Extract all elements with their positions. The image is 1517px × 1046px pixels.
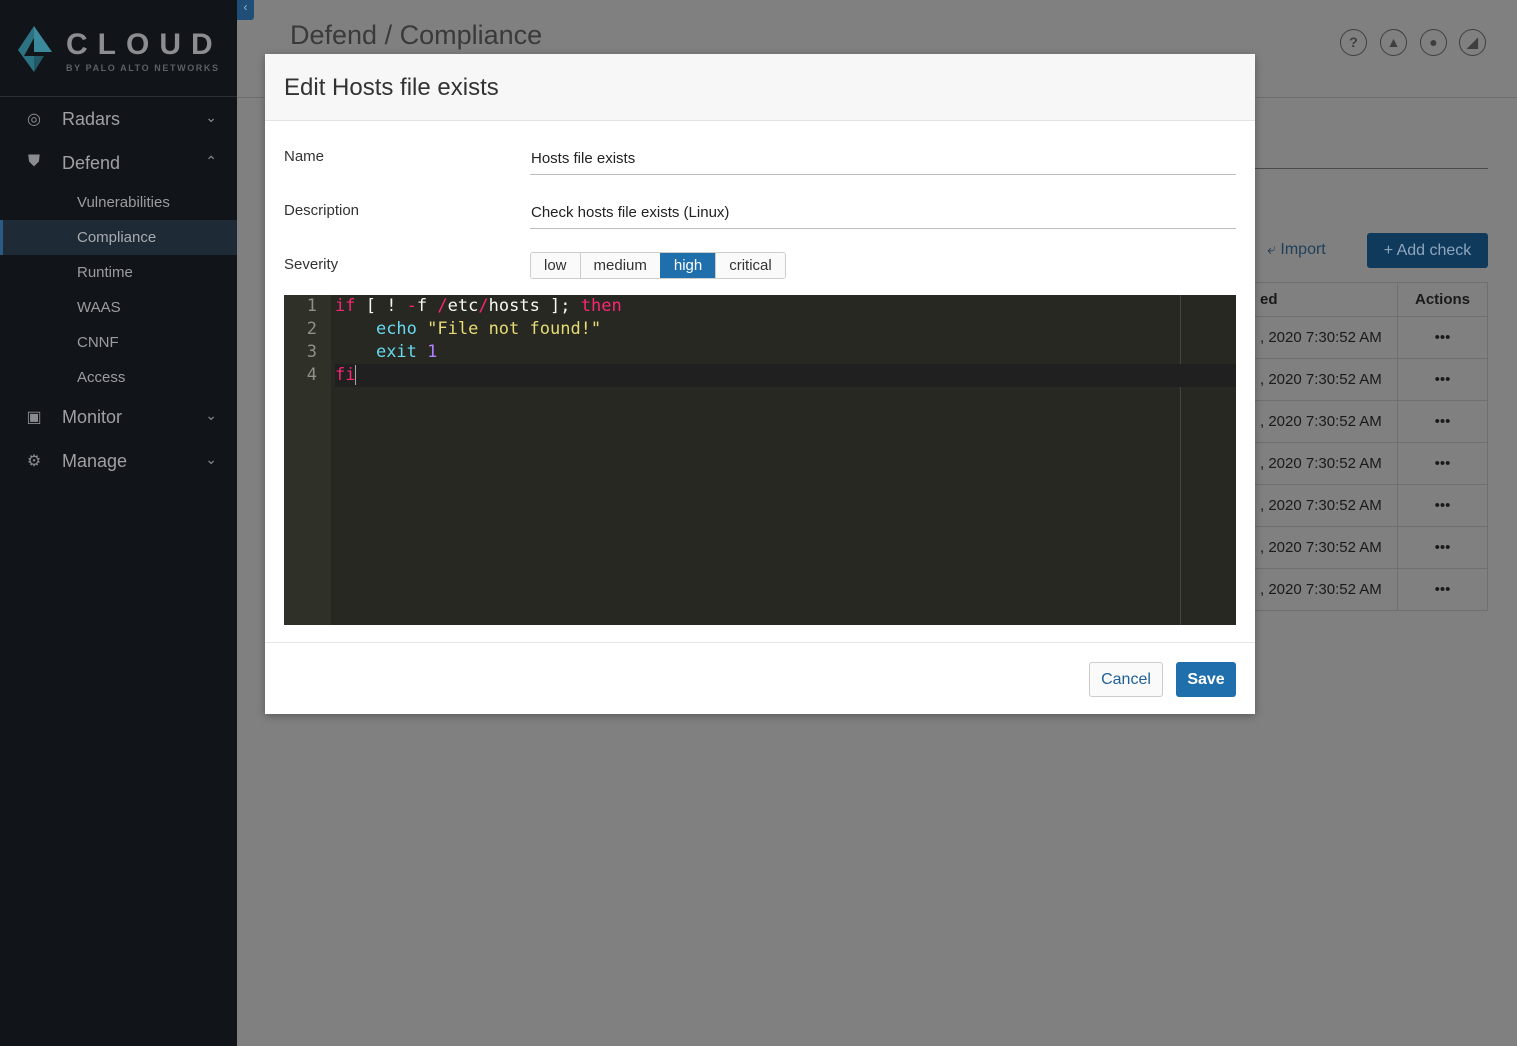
chevron-down-icon: ⌄ — [205, 109, 217, 125]
modified-cell: , 2020 7:30:52 AM — [1260, 455, 1382, 472]
table-row: , 2020 7:30:52 AM ••• — [1254, 317, 1488, 359]
import-button[interactable]: ⤶ Import — [1267, 241, 1326, 259]
actions-menu-button[interactable]: ••• — [1397, 317, 1487, 358]
code-line: fi — [335, 364, 1236, 387]
radar-icon: ◎ — [27, 111, 41, 128]
logo-word: CLOUD — [66, 28, 223, 61]
code-line: echo "File not found!" — [375, 319, 602, 339]
page-title: Defend / Compliance — [290, 20, 543, 50]
logo[interactable]: CLOUD BY PALO ALTO NETWORKS — [0, 0, 237, 97]
checks-table: ed Actions , 2020 7:30:52 AM •••, 2020 7:3… — [1254, 282, 1488, 611]
add-check-button[interactable]: + Add check — [1367, 233, 1488, 268]
description-label: Description — [284, 202, 360, 219]
table-row: , 2020 7:30:52 AM ••• — [1254, 569, 1488, 611]
signal-icon[interactable]: ◢ — [1459, 29, 1486, 56]
column-header-actions: Actions — [1397, 283, 1487, 316]
actions-menu-button[interactable]: ••• — [1397, 485, 1487, 526]
bell-icon[interactable]: ▲ — [1380, 29, 1407, 56]
table-header: ed Actions — [1254, 282, 1488, 317]
severity-critical[interactable]: critical — [715, 253, 785, 278]
cancel-button[interactable]: Cancel — [1089, 662, 1163, 697]
actions-menu-button[interactable]: ••• — [1397, 527, 1487, 568]
save-button[interactable]: Save — [1176, 662, 1236, 697]
table-row: , 2020 7:30:52 AM ••• — [1254, 401, 1488, 443]
severity-label: Severity — [284, 256, 339, 273]
chevron-down-icon: ⌄ — [205, 451, 217, 467]
sidebar-item-label: Monitor — [62, 406, 123, 427]
dialog-footer: Cancel Save — [265, 642, 1255, 714]
table-row: , 2020 7:30:52 AM ••• — [1254, 527, 1488, 569]
sidebar-item-label: Defend — [62, 152, 121, 173]
sidebar-item-label: Manage — [62, 450, 128, 471]
modified-cell: , 2020 7:30:52 AM — [1260, 371, 1382, 388]
edit-check-dialog: Edit Hosts file exists Name Hosts file e… — [265, 54, 1255, 714]
severity-selector: low medium high critical — [530, 252, 786, 279]
import-icon: ⤶ — [1267, 241, 1281, 258]
sidebar-subitem-access[interactable]: Access — [0, 360, 237, 395]
table-row: , 2020 7:30:52 AM ••• — [1254, 485, 1488, 527]
sidebar-item-manage[interactable]: ⚙ Manage ⌄ — [0, 439, 237, 483]
actions-menu-button[interactable]: ••• — [1397, 359, 1487, 400]
user-icon[interactable]: ● — [1420, 29, 1447, 56]
table-row: , 2020 7:30:52 AM ••• — [1254, 443, 1488, 485]
name-label: Name — [284, 148, 325, 165]
code-line: exit 1 — [375, 342, 438, 362]
name-field[interactable]: Hosts file exists — [530, 139, 1236, 175]
shield-icon: ⛊ — [27, 153, 40, 170]
sidebar-subitem-runtime[interactable]: Runtime — [0, 255, 237, 290]
gear-icon: ⚙ — [26, 453, 42, 470]
sidebar-subitem-waas[interactable]: WAAS — [0, 290, 237, 325]
severity-low[interactable]: low — [531, 253, 580, 278]
line-numbers: 1234 — [284, 295, 331, 625]
actions-menu-button[interactable]: ••• — [1397, 401, 1487, 442]
sidebar-subitem-cnnf[interactable]: CNNF — [0, 325, 237, 360]
help-icon[interactable]: ? — [1340, 29, 1367, 56]
sidebar-subitem-compliance[interactable]: Compliance — [0, 220, 237, 255]
sidebar-item-label: Radars — [62, 108, 121, 129]
actions-menu-button[interactable]: ••• — [1397, 443, 1487, 484]
code-editor[interactable]: 1234 if [ ! -f /etc/hosts ]; then echo "… — [284, 295, 1236, 625]
chevron-down-icon: ⌄ — [205, 407, 217, 423]
dialog-title: Edit Hosts file exists — [265, 54, 1255, 121]
modified-cell: , 2020 7:30:52 AM — [1260, 413, 1382, 430]
monitor-icon: ▣ — [26, 409, 42, 426]
table-row: , 2020 7:30:52 AM ••• — [1254, 359, 1488, 401]
logo-icon — [18, 26, 52, 72]
severity-high[interactable]: high — [659, 253, 716, 278]
text-caret — [355, 365, 357, 385]
sidebar-item-radars[interactable]: ◎ Radars ⌄ — [0, 97, 237, 141]
logo-sub: BY PALO ALTO NETWORKS — [66, 63, 220, 73]
sidebar-item-defend[interactable]: ⛊ Defend ⌃ — [0, 141, 237, 185]
code-content[interactable]: if [ ! -f /etc/hosts ]; then echo "File … — [335, 295, 1236, 387]
chevron-up-icon: ⌃ — [205, 153, 217, 169]
tabs-divider — [1254, 168, 1488, 169]
modified-cell: , 2020 7:30:52 AM — [1260, 539, 1382, 556]
actions-menu-button[interactable]: ••• — [1397, 569, 1487, 610]
modified-cell: , 2020 7:30:52 AM — [1260, 329, 1382, 346]
sidebar-subitem-vulnerabilities[interactable]: Vulnerabilities — [0, 185, 237, 220]
description-field[interactable]: Check hosts file exists (Linux) — [530, 193, 1236, 229]
modified-cell: , 2020 7:30:52 AM — [1260, 497, 1382, 514]
sidebar: CLOUD BY PALO ALTO NETWORKS ◎ Radars ⌄ ⛊ De… — [0, 0, 237, 1046]
import-label: Import — [1280, 241, 1326, 258]
code-line: if [ ! -f /etc/hosts ]; then — [335, 296, 622, 316]
modified-cell: , 2020 7:30:52 AM — [1260, 581, 1382, 598]
column-header[interactable]: ed — [1254, 283, 1397, 316]
severity-medium[interactable]: medium — [579, 253, 660, 278]
sidebar-item-monitor[interactable]: ▣ Monitor ⌄ — [0, 395, 237, 439]
